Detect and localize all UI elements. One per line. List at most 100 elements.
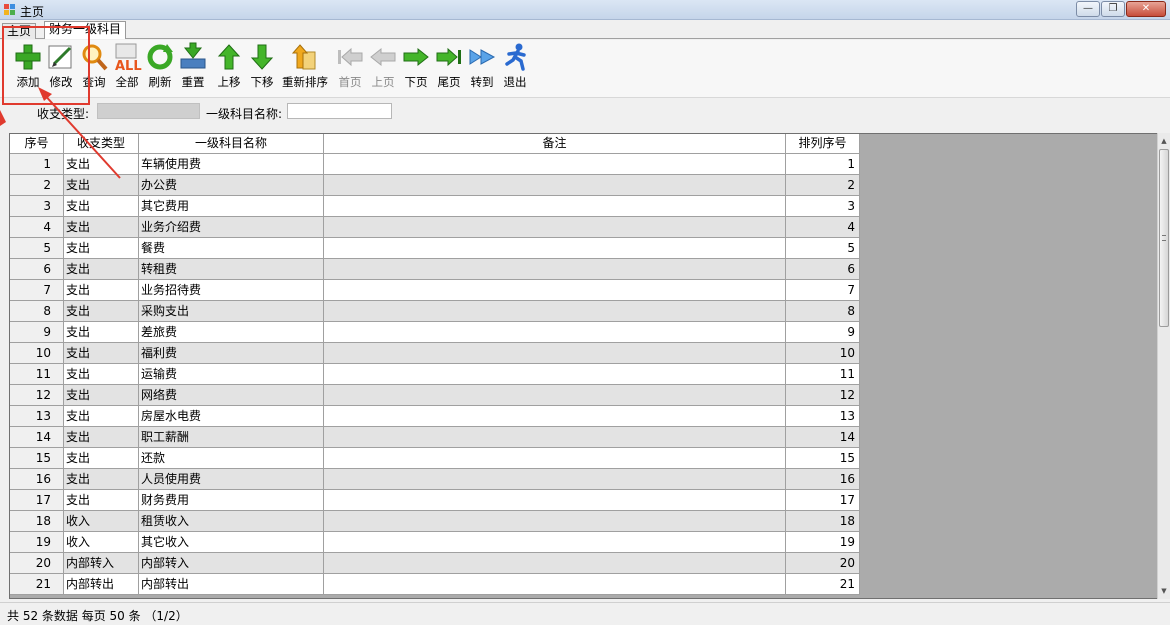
cell-name[interactable]: 福利费 bbox=[139, 343, 324, 364]
cell-note[interactable] bbox=[324, 154, 786, 175]
cell-name[interactable]: 网络费 bbox=[139, 385, 324, 406]
cell-type[interactable]: 支出 bbox=[64, 196, 139, 217]
cell-type[interactable]: 支出 bbox=[64, 154, 139, 175]
cell-note[interactable] bbox=[324, 532, 786, 553]
cell-sort[interactable]: 7 bbox=[786, 280, 860, 301]
cell-sort[interactable]: 8 bbox=[786, 301, 860, 322]
table-row[interactable]: 3 支出 其它费用 3 bbox=[10, 196, 860, 217]
cell-sort[interactable]: 15 bbox=[786, 448, 860, 469]
close-button[interactable]: ✕ bbox=[1126, 1, 1166, 17]
cell-note[interactable] bbox=[324, 427, 786, 448]
col-header-name[interactable]: 一级科目名称 bbox=[139, 134, 324, 154]
cell-note[interactable] bbox=[324, 406, 786, 427]
cell-type[interactable]: 支出 bbox=[64, 238, 139, 259]
cell-name[interactable]: 内部转入 bbox=[139, 553, 324, 574]
cell-type[interactable]: 支出 bbox=[64, 406, 139, 427]
cell-name[interactable]: 办公费 bbox=[139, 175, 324, 196]
scroll-down-icon[interactable]: ▼ bbox=[1158, 584, 1170, 598]
table-row[interactable]: 8 支出 采购支出 8 bbox=[10, 301, 860, 322]
table-row[interactable]: 2 支出 办公费 2 bbox=[10, 175, 860, 196]
cell-note[interactable] bbox=[324, 343, 786, 364]
name-filter-input[interactable] bbox=[287, 103, 392, 119]
cell-name[interactable]: 业务招待费 bbox=[139, 280, 324, 301]
refresh-button[interactable]: 刷新 bbox=[143, 42, 177, 94]
cell-sort[interactable]: 5 bbox=[786, 238, 860, 259]
edit-button[interactable]: 修改 bbox=[44, 42, 78, 94]
cell-name[interactable]: 差旅费 bbox=[139, 322, 324, 343]
table-row[interactable]: 16 支出 人员使用费 16 bbox=[10, 469, 860, 490]
cell-note[interactable] bbox=[324, 259, 786, 280]
cell-note[interactable] bbox=[324, 448, 786, 469]
cell-note[interactable] bbox=[324, 238, 786, 259]
cell-name[interactable]: 其它收入 bbox=[139, 532, 324, 553]
cell-name[interactable]: 业务介绍费 bbox=[139, 217, 324, 238]
add-button[interactable]: 添加 bbox=[11, 42, 45, 94]
col-header-type[interactable]: 收支类型 bbox=[64, 134, 139, 154]
cell-note[interactable] bbox=[324, 280, 786, 301]
table-row[interactable]: 15 支出 还款 15 bbox=[10, 448, 860, 469]
tab-finance-subjects[interactable]: 财务一级科目 bbox=[44, 21, 127, 39]
table-row[interactable]: 11 支出 运输费 11 bbox=[10, 364, 860, 385]
scroll-thumb[interactable] bbox=[1159, 149, 1169, 327]
cell-note[interactable] bbox=[324, 175, 786, 196]
table-row[interactable]: 21 内部转出 内部转出 21 bbox=[10, 574, 860, 595]
cell-sort[interactable]: 1 bbox=[786, 154, 860, 175]
cell-type[interactable]: 支出 bbox=[64, 385, 139, 406]
vertical-scrollbar[interactable]: ▲ ▼ bbox=[1157, 133, 1170, 599]
row-index[interactable]: 2 bbox=[10, 175, 64, 196]
cell-note[interactable] bbox=[324, 469, 786, 490]
col-header-note[interactable]: 备注 bbox=[324, 134, 786, 154]
cell-sort[interactable]: 10 bbox=[786, 343, 860, 364]
cell-name[interactable]: 租赁收入 bbox=[139, 511, 324, 532]
cell-sort[interactable]: 2 bbox=[786, 175, 860, 196]
row-index[interactable]: 3 bbox=[10, 196, 64, 217]
cell-sort[interactable]: 12 bbox=[786, 385, 860, 406]
cell-note[interactable] bbox=[324, 385, 786, 406]
exit-button[interactable]: 退出 bbox=[498, 42, 532, 94]
cell-name[interactable]: 其它费用 bbox=[139, 196, 324, 217]
cell-type[interactable]: 支出 bbox=[64, 259, 139, 280]
row-index[interactable]: 1 bbox=[10, 154, 64, 175]
cell-sort[interactable]: 3 bbox=[786, 196, 860, 217]
move-up-button[interactable]: 上移 bbox=[212, 42, 246, 94]
next-page-button[interactable]: 下页 bbox=[399, 42, 433, 94]
cell-type[interactable]: 支出 bbox=[64, 301, 139, 322]
table-row[interactable]: 17 支出 财务费用 17 bbox=[10, 490, 860, 511]
cell-name[interactable]: 餐费 bbox=[139, 238, 324, 259]
cell-name[interactable]: 运输费 bbox=[139, 364, 324, 385]
cell-type[interactable]: 支出 bbox=[64, 280, 139, 301]
row-index[interactable]: 14 bbox=[10, 427, 64, 448]
table-row[interactable]: 13 支出 房屋水电费 13 bbox=[10, 406, 860, 427]
cell-type[interactable]: 支出 bbox=[64, 364, 139, 385]
cell-sort[interactable]: 6 bbox=[786, 259, 860, 280]
cell-type[interactable]: 支出 bbox=[64, 427, 139, 448]
search-button[interactable]: 查询 bbox=[77, 42, 111, 94]
cell-sort[interactable]: 21 bbox=[786, 574, 860, 595]
cell-sort[interactable]: 4 bbox=[786, 217, 860, 238]
show-all-button[interactable]: ALL 全部 bbox=[110, 42, 144, 94]
table-row[interactable]: 4 支出 业务介绍费 4 bbox=[10, 217, 860, 238]
cell-note[interactable] bbox=[324, 574, 786, 595]
move-down-button[interactable]: 下移 bbox=[245, 42, 279, 94]
row-index[interactable]: 16 bbox=[10, 469, 64, 490]
cell-sort[interactable]: 18 bbox=[786, 511, 860, 532]
cell-name[interactable]: 职工薪酬 bbox=[139, 427, 324, 448]
cell-sort[interactable]: 13 bbox=[786, 406, 860, 427]
minimize-button[interactable]: — bbox=[1076, 1, 1100, 17]
cell-type[interactable]: 支出 bbox=[64, 343, 139, 364]
cell-type[interactable]: 支出 bbox=[64, 469, 139, 490]
row-index[interactable]: 9 bbox=[10, 322, 64, 343]
row-index[interactable]: 20 bbox=[10, 553, 64, 574]
cell-name[interactable]: 内部转出 bbox=[139, 574, 324, 595]
col-header-index[interactable]: 序号 bbox=[10, 134, 64, 154]
maximize-button[interactable]: ❐ bbox=[1101, 1, 1125, 17]
row-index[interactable]: 15 bbox=[10, 448, 64, 469]
cell-name[interactable]: 采购支出 bbox=[139, 301, 324, 322]
cell-type[interactable]: 支出 bbox=[64, 175, 139, 196]
row-index[interactable]: 7 bbox=[10, 280, 64, 301]
table-row[interactable]: 6 支出 转租费 6 bbox=[10, 259, 860, 280]
cell-sort[interactable]: 11 bbox=[786, 364, 860, 385]
table-row[interactable]: 5 支出 餐费 5 bbox=[10, 238, 860, 259]
row-index[interactable]: 13 bbox=[10, 406, 64, 427]
table-row[interactable]: 7 支出 业务招待费 7 bbox=[10, 280, 860, 301]
